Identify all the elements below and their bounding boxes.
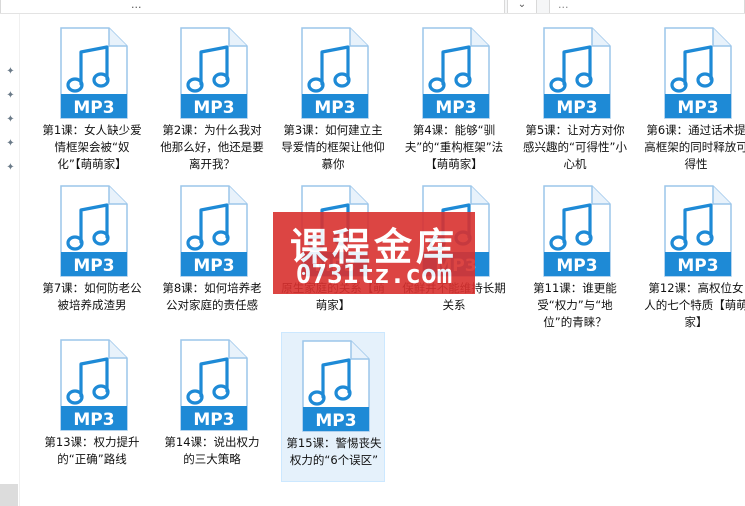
- mp3-file-icon: MP3: [543, 185, 611, 277]
- file-type-badge: MP3: [193, 98, 234, 118]
- nav-scrollbar[interactable]: [0, 484, 18, 506]
- file-type-badge: MP3: [677, 98, 718, 118]
- file-type-badge: MP3: [73, 98, 114, 118]
- file-name-label: 第4课：能够“驯夫”的“重构框架”法【萌萌家】: [404, 123, 504, 171]
- watermark-url: 0731tz.com: [295, 260, 453, 290]
- mp3-file-icon: MP3: [180, 185, 248, 277]
- file-item[interactable]: MP3 第13课：权力提升的“正确”路线: [40, 332, 144, 482]
- file-item[interactable]: MP3 第4课：能够“驯夫”的“重构框架”法【萌萌家】: [402, 20, 506, 171]
- mp3-file-icon: MP3: [302, 340, 370, 432]
- search-input[interactable]: ...: [549, 0, 745, 13]
- file-item[interactable]: MP3 第1课：女人缺少爱情框架会被“奴化”【萌萌家】: [40, 20, 144, 171]
- file-item[interactable]: MP3 第15课：警惕丧失权力的“6个误区”: [281, 332, 385, 482]
- pin-icon[interactable]: ✦: [5, 162, 16, 173]
- file-name-label: 第6课：通过话术提高框架的同时释放可得性: [644, 123, 745, 171]
- file-name-label: 第11课：谁更能受“权力”与“地位”的青睐？: [533, 281, 617, 329]
- mp3-file-icon: MP3: [664, 185, 732, 277]
- mp3-file-icon: MP3: [422, 27, 490, 119]
- mp3-file-icon: MP3: [180, 339, 248, 431]
- mp3-file-icon: MP3: [180, 27, 248, 119]
- file-name-label: 第15课：警惕丧失权力的“6个误区”: [286, 436, 382, 467]
- file-item[interactable]: MP3 第3课：如何建立主导爱情的框架让他仰慕你: [281, 20, 385, 171]
- file-type-badge: MP3: [556, 98, 597, 118]
- file-type-badge: MP3: [314, 98, 355, 118]
- title-bar: ... ⌄ ...: [0, 0, 745, 14]
- mp3-file-icon: MP3: [543, 27, 611, 119]
- mp3-file-icon: MP3: [60, 339, 128, 431]
- file-item[interactable]: MP3 第12课：高权位女人的七个特质【萌萌家】: [644, 178, 745, 329]
- file-item[interactable]: MP3 第2课：为什么我对他那么好，他还是要离开我？: [160, 20, 264, 171]
- file-type-badge: MP3: [677, 256, 718, 276]
- pin-icon[interactable]: ✦: [5, 138, 16, 149]
- navigation-pane: ✦ ✦ ✦ ✦ ✦: [0, 14, 20, 506]
- watermark: 课程金库 0731tz.com: [273, 212, 475, 294]
- file-item[interactable]: MP3 第11课：谁更能受“权力”与“地位”的青睐？: [523, 178, 627, 329]
- file-name-label: 第8课：如何培养老公对家庭的责任感: [162, 281, 262, 312]
- file-item[interactable]: MP3 第5课：让对方对你感兴趣的“可得性”小心机: [523, 20, 627, 171]
- file-type-badge: MP3: [193, 410, 234, 430]
- mp3-file-icon: MP3: [60, 27, 128, 119]
- file-type-badge: MP3: [435, 98, 476, 118]
- file-type-badge: MP3: [193, 256, 234, 276]
- file-name-label: 第14课：说出权力的三大策略: [164, 435, 260, 466]
- pin-icon[interactable]: ✦: [5, 114, 16, 125]
- mp3-file-icon: MP3: [664, 27, 732, 119]
- mp3-file-icon: MP3: [60, 185, 128, 277]
- mp3-file-icon: MP3: [301, 27, 369, 119]
- file-type-badge: MP3: [73, 256, 114, 276]
- file-name-label: 第5课：让对方对你感兴趣的“可得性”小心机: [523, 123, 627, 171]
- file-name-label: 第1课：女人缺少爱情框架会被“奴化”【萌萌家】: [42, 123, 142, 171]
- file-type-badge: MP3: [315, 411, 356, 431]
- file-name-label: 第7课：如何防老公被培养成渣男: [42, 281, 142, 312]
- file-name-label: 第2课：为什么我对他那么好，他还是要离开我？: [160, 123, 264, 171]
- address-dropdown-button[interactable]: ⌄: [507, 0, 537, 13]
- file-name-label: 第3课：如何建立主导爱情的框架让他仰慕你: [281, 123, 385, 171]
- file-name-label: 第12课：高权位女人的七个特质【萌萌家】: [644, 281, 745, 329]
- file-item[interactable]: MP3 第14课：说出权力的三大策略: [160, 332, 264, 482]
- file-name-label: 第13课：权力提升的“正确”路线: [44, 435, 140, 466]
- file-item[interactable]: MP3 第6课：通过话术提高框架的同时释放可得性: [644, 20, 745, 171]
- file-item[interactable]: MP3 第7课：如何防老公被培养成渣男: [40, 178, 144, 328]
- file-type-badge: MP3: [73, 410, 114, 430]
- pin-icon[interactable]: ✦: [5, 66, 16, 77]
- pin-icon[interactable]: ✦: [5, 90, 16, 101]
- file-item[interactable]: MP3 第8课：如何培养老公对家庭的责任感: [160, 178, 264, 328]
- address-bar[interactable]: ...: [0, 0, 505, 13]
- file-type-badge: MP3: [556, 256, 597, 276]
